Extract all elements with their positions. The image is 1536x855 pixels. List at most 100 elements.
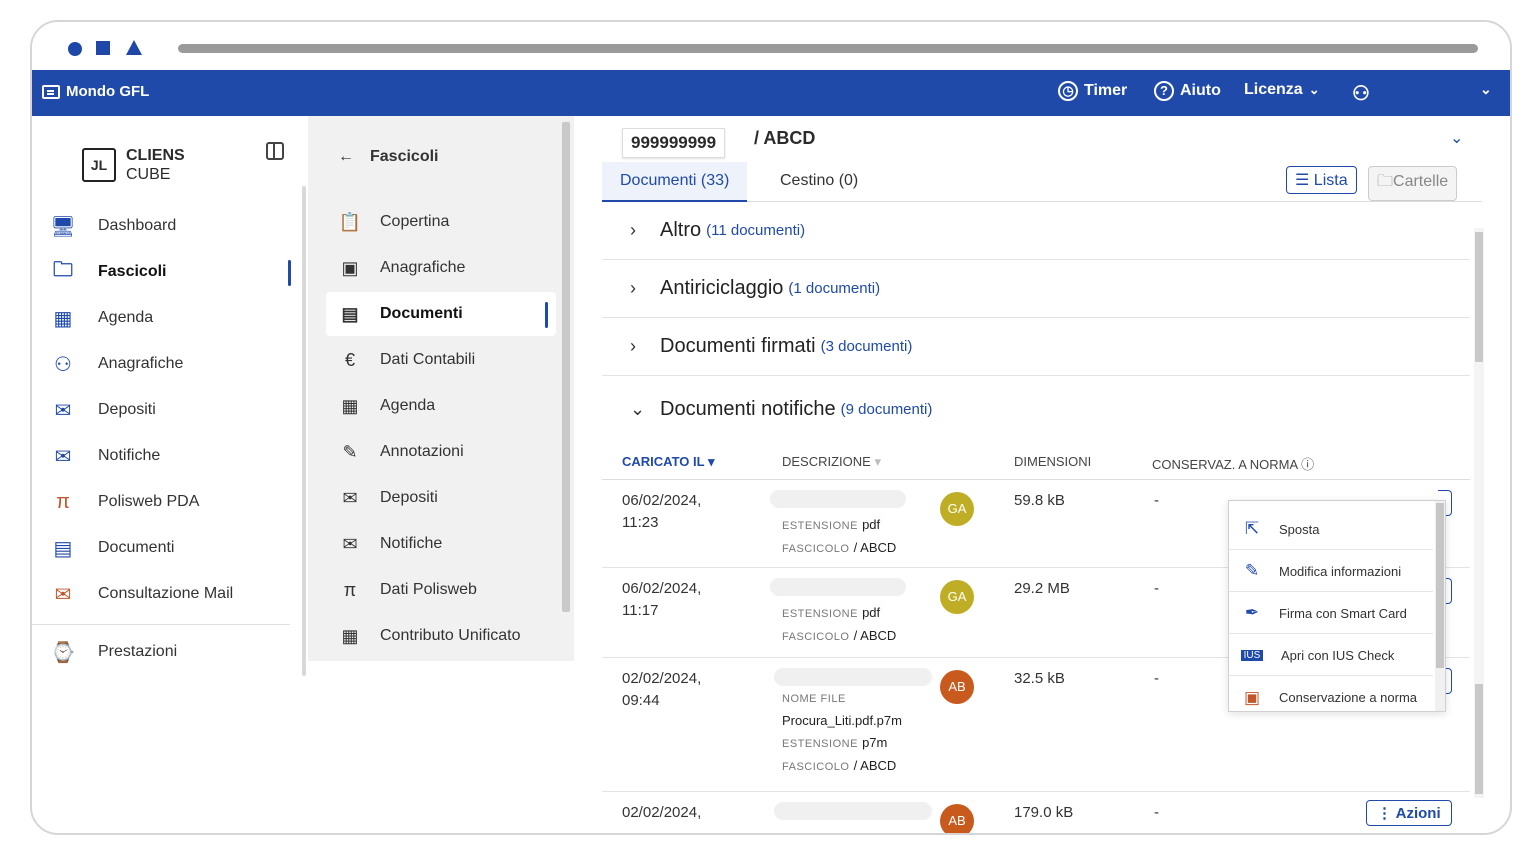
sidebar-item-anagrafiche[interactable]: ⚇ Anagrafiche [46, 344, 291, 384]
calendar-icon: ▦ [341, 395, 359, 416]
panel-item-label: Documenti [380, 305, 463, 322]
panel-item-notifiche[interactable]: ✉ Notifiche [326, 522, 556, 566]
row-conservaz: - [1154, 670, 1159, 687]
list-icon: ☰ [1295, 172, 1310, 189]
collapse-sidebar-icon[interactable] [266, 142, 284, 160]
panel-item-label: Depositi [380, 489, 438, 506]
sidebar-item-documenti[interactable]: ▤ Documenti [46, 528, 291, 568]
row-date: 02/02/2024, [622, 804, 702, 821]
license-label: Licenza [1244, 81, 1303, 98]
menu-item-ius-check[interactable]: IUS Apri con IUS Check [1229, 635, 1433, 676]
sidebar-item-label: Prestazioni [98, 643, 178, 660]
row-date: 06/02/2024, 11:17 [622, 580, 702, 619]
tab-cestino[interactable]: Cestino (0) [762, 162, 876, 202]
group-count: (3 documenti) [820, 338, 913, 355]
group-altro[interactable]: › Altro (11 documenti) [602, 202, 1470, 260]
table-row[interactable]: 02/02/2024, AB 179.0 kB - ⋮ Azioni [602, 792, 1470, 833]
sidebar-item-agenda[interactable]: ▦ Agenda [46, 298, 291, 338]
sidebar-item-mail[interactable]: ✉ Consultazione Mail [46, 574, 291, 614]
clipboard-icon: 📋 [338, 211, 362, 232]
panel-scrollbar[interactable] [562, 122, 570, 612]
panel-item-dati-contabili[interactable]: € Dati Contabili [326, 338, 556, 382]
user-button[interactable]: ⚇ [1352, 81, 1370, 106]
chevron-down-icon[interactable]: ⌄ [1450, 128, 1463, 148]
menu-item-modifica[interactable]: ✎ Modifica informazioni [1229, 551, 1433, 592]
panel-item-anagrafiche[interactable]: ▣ Anagrafiche [326, 246, 556, 290]
col-dimensioni[interactable]: DIMENSIONI [1014, 454, 1091, 469]
sidebar-item-label: Dashboard [98, 217, 177, 234]
help-button[interactable]: ? Aiuto [1154, 81, 1221, 101]
back-arrow-icon: ← [338, 148, 354, 165]
timer-button[interactable]: ◷ Timer [1058, 81, 1127, 101]
cliens-cube-logo: JL CLIENS CUBE [82, 146, 185, 184]
mail-icon: ✉ [54, 583, 72, 606]
panel-item-contributo[interactable]: ▦ Contributo Unificato [326, 614, 556, 658]
row-meta: ESTENSIONE pdf FASCICOLO / ABCD [782, 517, 897, 555]
people-icon: ⚇ [54, 353, 72, 376]
sidebar-item-notifiche[interactable]: ✉ Notifiche [46, 436, 291, 476]
panel-item-copertina[interactable]: 📋 Copertina [326, 200, 556, 244]
menu-scrollbar[interactable] [1435, 501, 1445, 711]
scrollbar-thumb[interactable] [1475, 232, 1483, 362]
sidebar-item-polisweb[interactable]: π Polisweb PDA [46, 482, 291, 522]
actions-menu: ⇱ Sposta ✎ Modifica informazioni ✒ Firma co… [1228, 500, 1446, 712]
license-menu[interactable]: Licenza ⌄ [1244, 81, 1320, 99]
panel-item-polisweb[interactable]: π Dati Polisweb [326, 568, 556, 612]
address-bar[interactable] [178, 44, 1478, 53]
menu-item-conservazione[interactable]: ▣ Conservazione a norma [1229, 677, 1433, 718]
help-icon: ⓘ [1301, 457, 1315, 472]
azioni-label: Azioni [1395, 805, 1441, 822]
col-conservaz[interactable]: CONSERVAZ. A NORMA ⓘ [1152, 454, 1314, 473]
sidebar-item-dashboard[interactable]: 🖥 Dashboard [46, 206, 291, 246]
sidebar-scrollbar[interactable] [302, 186, 306, 676]
user-icon: ⚇ [1352, 83, 1370, 105]
expand-button[interactable]: ⌄ [1480, 81, 1492, 98]
menu-item-sposta[interactable]: ⇱ Sposta [1229, 509, 1433, 550]
col-descrizione[interactable]: DESCRIZIONE ▾ [782, 454, 881, 470]
view-folders-label: Cartelle [1393, 173, 1449, 190]
scrollbar-thumb[interactable] [1475, 684, 1483, 794]
app-brand[interactable]: Mondo GFL [42, 83, 149, 100]
azioni-button[interactable]: ⋮ Azioni [1366, 800, 1452, 826]
fascicoli-panel: ← Fascicoli 📋 Copertina ▣ Anagrafiche ▤ Doc… [308, 116, 574, 661]
pencil-icon: ✎ [1244, 561, 1260, 580]
group-antiriciclaggio[interactable]: › Antiriciclaggio (1 documenti) [602, 260, 1470, 318]
chevron-down-icon: ⌄ [1480, 81, 1492, 97]
group-count: (1 documenti) [788, 280, 881, 297]
menu-item-label: Apri con IUS Check [1281, 647, 1395, 663]
col-descrizione-label: DESCRIZIONE [782, 454, 871, 469]
group-documenti-firmati[interactable]: › Documenti firmati (3 documenti) [602, 318, 1470, 376]
main-sidebar: JL CLIENS CUBE 🖥 Dashboard 🗀 Fascicoli ▦ Ag… [32, 116, 307, 676]
contact-card-icon: ▣ [341, 257, 359, 278]
calendar-icon: ▦ [53, 307, 73, 330]
menu-item-firma[interactable]: ✒ Firma con Smart Card [1229, 593, 1433, 634]
sidebar-item-depositi[interactable]: ✉ Depositi [46, 390, 291, 430]
content-scrollbar[interactable] [1474, 228, 1484, 798]
col-caricato-label: CARICATO IL [622, 454, 705, 469]
sort-down-icon: ▾ [707, 454, 715, 469]
panel-header[interactable]: ← Fascicoli [338, 148, 438, 166]
sidebar-item-fascicoli[interactable]: 🗀 Fascicoli [46, 252, 291, 292]
pencil-icon: ✎ [342, 441, 358, 462]
euro-icon: € [344, 349, 355, 370]
chevron-right-icon: › [630, 220, 636, 240]
panel-title: Fascicoli [370, 148, 439, 165]
deposit-icon: ✉ [342, 487, 358, 508]
col-caricato[interactable]: CARICATO IL ▾ [622, 454, 715, 470]
sidebar-item-label: Depositi [98, 401, 156, 418]
sidebar-item-prestazioni[interactable]: ⌚ Prestazioni [46, 632, 291, 672]
panel-item-annotazioni[interactable]: ✎ Annotazioni [326, 430, 556, 474]
view-folders-button[interactable]: 🗀Cartelle [1368, 166, 1458, 201]
avatar: AB [940, 804, 974, 833]
group-name: Altro [660, 219, 702, 241]
view-list-button[interactable]: ☰ Lista [1286, 166, 1357, 194]
panel-item-label: Anagrafiche [380, 259, 466, 276]
group-count: (9 documenti) [840, 400, 933, 418]
avatar: GA [940, 492, 974, 526]
tab-documenti[interactable]: Documenti (33) [602, 162, 748, 202]
panel-item-documenti[interactable]: ▤ Documenti [326, 292, 556, 336]
panel-item-agenda[interactable]: ▦ Agenda [326, 384, 556, 428]
menu-scrollbar-thumb[interactable] [1436, 503, 1444, 668]
panel-item-depositi[interactable]: ✉ Depositi [326, 476, 556, 520]
group-documenti-notifiche[interactable]: ⌄ Documenti notifiche (9 documenti) [602, 376, 1470, 442]
